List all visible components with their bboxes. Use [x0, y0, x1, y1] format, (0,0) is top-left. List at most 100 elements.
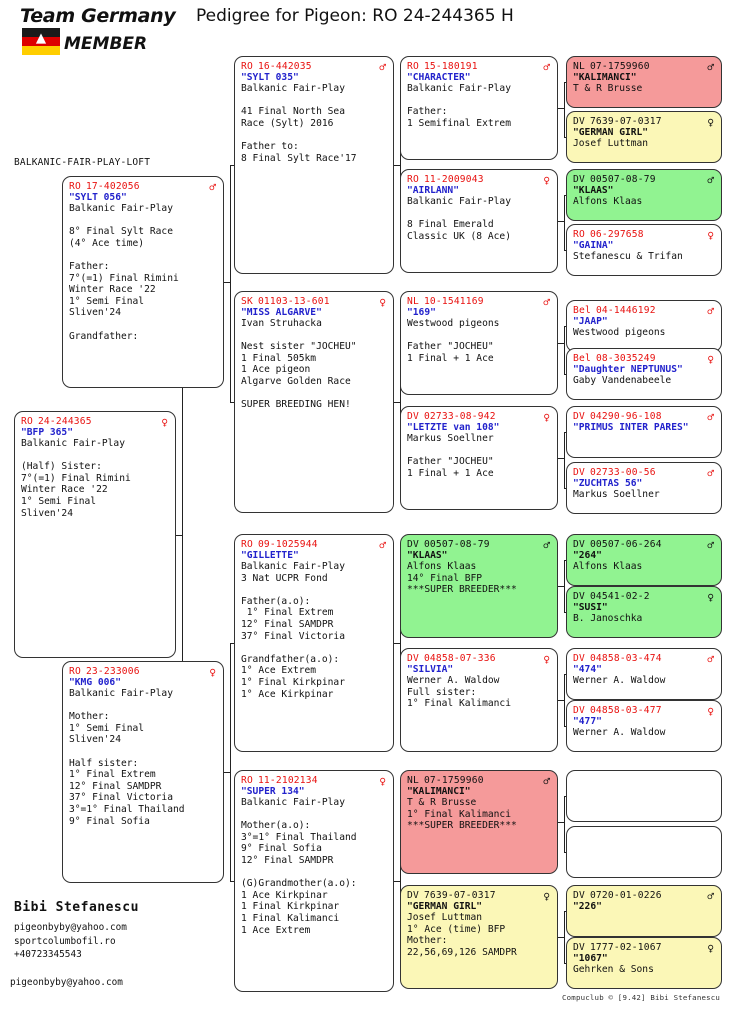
- eagle-icon: ▲: [35, 28, 47, 48]
- pedigree-detail-line: [407, 208, 552, 220]
- ring-number: DV 04858-07-336: [407, 653, 496, 664]
- ring-number: RO 17-402056: [69, 181, 140, 192]
- pedigree-detail-line: Algarve Golden Race: [241, 375, 351, 387]
- pedigree-detail-line: Winter Race '22: [21, 484, 108, 496]
- pigeon-name: "GAINA": [573, 240, 614, 251]
- pigeon-name: "SILVIA": [407, 664, 454, 675]
- female-symbol-icon: ♀: [161, 416, 168, 429]
- female-symbol-icon: ♀: [543, 411, 550, 424]
- contact-email-secondary: pigeonbyby@yahoo.com: [10, 977, 123, 988]
- pedigree-detail-line: 1° Semi Final: [21, 495, 97, 507]
- pigeon-name: "KALIMANCI": [573, 72, 637, 83]
- pedigree-detail-line: [241, 584, 388, 596]
- pedigree-box-gen4-4[interactable]: Bel 04-1446192 ♂ "JAAP" Westwood pigeons: [566, 300, 722, 352]
- pedigree-detail-line: 1° Semi Final: [69, 722, 145, 734]
- male-symbol-icon: ♂: [707, 174, 714, 187]
- ring-number: RO 11-2102134: [241, 775, 318, 786]
- pedigree-box-gen3-0[interactable]: RO 15-180191 ♂ "CHARACTER" Balkanic Fair-Pla…: [400, 56, 558, 160]
- pedigree-detail-line: [573, 433, 716, 445]
- pedigree-detail-line: Father "JOCHEU": [407, 341, 494, 353]
- ring-number: NL 07-1759960: [407, 775, 484, 786]
- pigeon-name: "KLAAS": [573, 185, 614, 196]
- pedigree-box-gen3-4[interactable]: DV 00507-08-79 ♂ "KLAAS" Alfons Klaas 14° Fin…: [400, 534, 558, 638]
- pedigree-detail-line: 12° Final SAMDPR: [69, 780, 162, 792]
- pedigree-box-gen4-14[interactable]: DV 0720-01-0226 ♂ "226": [566, 885, 722, 937]
- pedigree-detail-line: Werner A. Waldow: [573, 675, 666, 686]
- pedigree-box-gen4-3[interactable]: RO 06-297658 ♀ "GAINA" Stefanescu & Trifan: [566, 224, 722, 276]
- pigeon-name: "169": [407, 307, 436, 318]
- owner-name: Bibi Stefanescu: [14, 900, 139, 915]
- pedigree-box-gen3-3[interactable]: DV 02733-08-942 ♀ "LETZTE van 108" Markus So…: [400, 406, 558, 510]
- pedigree-detail-line: Mother:: [69, 711, 110, 723]
- pedigree-detail-line: Westwood pigeons: [573, 327, 666, 338]
- ring-number: DV 04290-96-108: [573, 411, 662, 422]
- pedigree-detail-line: Father(a.o):: [241, 595, 311, 607]
- pedigree-box-gen3-7[interactable]: DV 7639-07-0317 ♀ "GERMAN GIRL" Josef Luttma…: [400, 885, 558, 989]
- pedigree-box-gen4-10[interactable]: DV 04858-03-474 ♂ "474" Werner A. Waldow: [566, 648, 722, 700]
- pedigree-box-gen4-1[interactable]: DV 7639-07-0317 ♀ "GERMAN GIRL" Josef Luttma…: [566, 111, 722, 163]
- pedigree-box-gen4-15[interactable]: DV 1777-02-1067 ♀ "1067" Gehrken & Sons: [566, 937, 722, 989]
- pigeon-name: "1067": [573, 953, 608, 964]
- team-germany-logo: Team Germany ▲ MEMBER: [8, 6, 178, 58]
- pedigree-detail-line: 1° Final Kalimanci: [407, 808, 511, 820]
- contact-website: sportcolumbofil.ro: [14, 935, 116, 947]
- pedigree-detail-line: 1° Final Extrem: [241, 607, 334, 619]
- pedigree-box-gen4-8[interactable]: DV 00507-06-264 ♂ "264" Alfons Klaas: [566, 534, 722, 586]
- ring-number: DV 04541-02-2: [573, 591, 650, 602]
- ring-number: DV 7639-07-0317: [573, 116, 662, 127]
- pedigree-detail-line: 3°=1° Final Thailand: [69, 803, 185, 815]
- pedigree-box-gen2-0[interactable]: RO 16-442035 ♂ "SYLT 035" Balkanic Fair-Play…: [234, 56, 394, 274]
- pedigree-detail-line: Half sister:: [69, 757, 139, 769]
- pedigree-box-gen1-0[interactable]: RO 17-402056 ♂ "SYLT 056" Balkanic Fair-Play…: [62, 176, 224, 388]
- pedigree-box-gen2-2[interactable]: RO 09-1025944 ♂ "GILLETTE" Balkanic Fair-Pla…: [234, 534, 394, 752]
- pedigree-detail-line: Westwood pigeons: [407, 318, 500, 329]
- pedigree-detail-line: Gaby Vandenabeele: [573, 375, 672, 386]
- pigeon-name: "226": [573, 901, 602, 912]
- pigeon-name: "KMG 006": [69, 677, 121, 688]
- loft-name: BALKANIC-FAIR-PLAY-LOFT: [14, 157, 151, 168]
- pedigree-detail-line: T & R Brusse: [407, 797, 477, 808]
- pedigree-detail-line: Mother(a.o):: [241, 820, 311, 832]
- pedigree-box-gen3-1[interactable]: RO 11-2009043 ♀ "AIRLANN" Balkanic Fair-Play…: [400, 169, 558, 273]
- pedigree-detail-line: 1 Final + 1 Ace: [407, 352, 494, 364]
- pedigree-detail-line: T & R Brusse: [573, 83, 643, 94]
- pedigree-detail-line: [573, 775, 716, 787]
- pedigree-box-gen4-7[interactable]: DV 02733-00-56 ♂ "ZUCHTAS 56" Markus Soellne…: [566, 462, 722, 514]
- pedigree-box-gen4-11[interactable]: DV 04858-03-477 ♀ "477" Werner A. Waldow: [566, 700, 722, 752]
- pedigree-detail-line: [407, 330, 552, 342]
- male-symbol-icon: ♂: [707, 653, 714, 666]
- female-symbol-icon: ♀: [379, 296, 386, 309]
- pedigree-box-gen3-6[interactable]: NL 07-1759960 ♂ "KALIMANCI" T & R Brusse 1° F…: [400, 770, 558, 874]
- pedigree-box-subject-0[interactable]: RO 24-244365 ♀ "BFP 365" Balkanic Fair-Play …: [14, 411, 176, 658]
- pigeon-name: "ZUCHTAS 56": [573, 478, 643, 489]
- pedigree-detail-line: Classic UK (8 Ace): [407, 230, 511, 242]
- pigeon-name: "SUSI": [573, 602, 608, 613]
- pedigree-box-gen4-12[interactable]: [566, 770, 722, 822]
- pedigree-box-gen4-9[interactable]: DV 04541-02-2 ♀ "SUSI" B. Janoschka: [566, 586, 722, 638]
- pedigree-detail-line: Grandfather:: [69, 330, 139, 342]
- pedigree-detail-line: [69, 700, 218, 712]
- pedigree-box-gen4-0[interactable]: NL 07-1759960 ♂ "KALIMANCI" T & R Brusse: [566, 56, 722, 108]
- pedigree-detail-line: 8 Final Emerald: [407, 219, 494, 231]
- pedigree-detail-line: Balkanic Fair-Play: [407, 196, 511, 207]
- pedigree-detail-line: (G)Grandmother(a.o):: [241, 878, 357, 890]
- pedigree-box-gen2-1[interactable]: SK 01103-13-601 ♀ "MISS ALGARVE" Ivan Struha…: [234, 291, 394, 513]
- pedigree-detail-line: 1° Ace Extrem: [241, 665, 317, 677]
- pedigree-detail-line: Father to:: [241, 140, 299, 152]
- pedigree-box-gen3-5[interactable]: DV 04858-07-336 ♀ "SILVIA" Werner A. Waldow F…: [400, 648, 558, 752]
- ring-number: DV 04858-03-474: [573, 653, 662, 664]
- pedigree-box-gen2-3[interactable]: RO 11-2102134 ♀ "SUPER 134" Balkanic Fair-Pl…: [234, 770, 394, 992]
- pedigree-detail-line: [573, 912, 716, 924]
- pedigree-detail-line: 37° Final Victoria: [69, 792, 173, 804]
- pedigree-box-gen3-2[interactable]: NL 10-1541169 ♂ "169" Westwood pigeons Fathe…: [400, 291, 558, 395]
- pedigree-box-gen1-1[interactable]: RO 23-233006 ♀ "KMG 006" Balkanic Fair-Play …: [62, 661, 224, 883]
- pedigree-box-gen4-6[interactable]: DV 04290-96-108 ♂ "PRIMUS INTER PARES": [566, 406, 722, 458]
- pigeon-name: "477": [573, 716, 602, 727]
- pedigree-detail-line: [241, 95, 388, 107]
- ring-number: DV 00507-08-79: [573, 174, 656, 185]
- pedigree-box-gen4-13[interactable]: [566, 826, 722, 878]
- pedigree-box-gen4-5[interactable]: Bel 08-3035249 ♀ "Daughter NEPTUNUS" Gaby Va…: [566, 348, 722, 400]
- pedigree-detail-line: 1° Ace (time) BFP: [407, 923, 506, 935]
- pedigree-box-gen4-2[interactable]: DV 00507-08-79 ♂ "KLAAS" Alfons Klaas: [566, 169, 722, 221]
- ring-number: NL 10-1541169: [407, 296, 484, 307]
